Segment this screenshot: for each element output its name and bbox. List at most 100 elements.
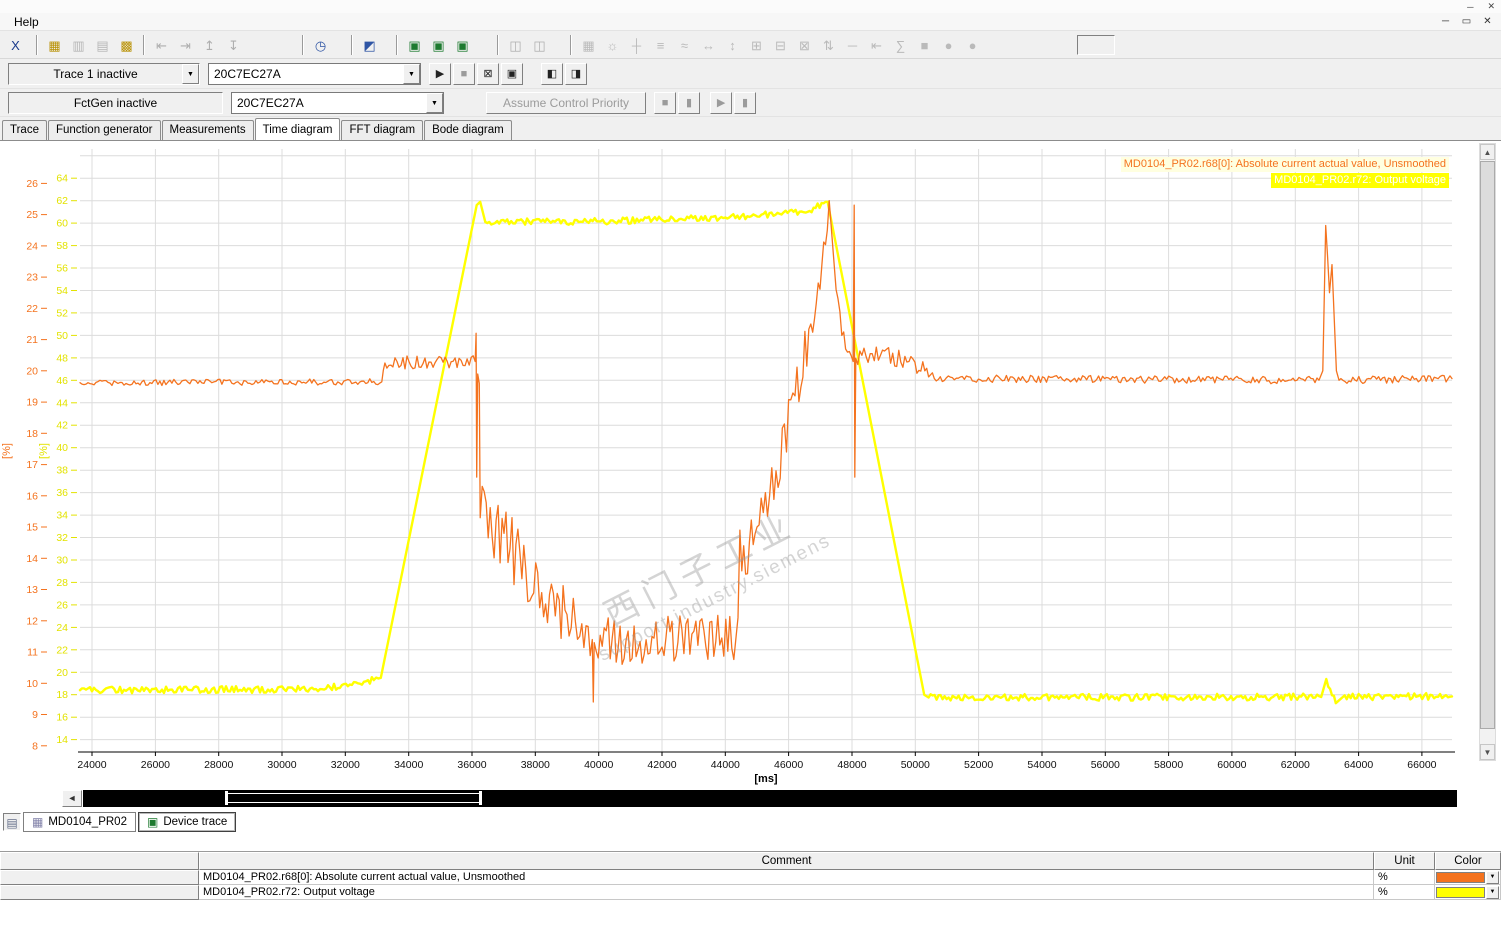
zoom-y-icon[interactable]: ↕: [721, 34, 744, 55]
scroll-left-icon[interactable]: ◄: [62, 789, 82, 807]
color-swatch: [1436, 871, 1485, 883]
integral-icon[interactable]: ∑: [889, 34, 912, 55]
svg-text:50000: 50000: [901, 759, 930, 771]
trace-screen-2-icon[interactable]: ▣: [427, 34, 450, 55]
color-cell[interactable]: ▼: [1435, 870, 1501, 885]
record-shape-2-icon[interactable]: ●: [961, 34, 984, 55]
show-signal-table-icon[interactable]: ▦: [43, 34, 66, 55]
tab-function-generator[interactable]: Function generator: [47, 120, 161, 140]
assume-control-priority-button[interactable]: Assume Control Priority: [486, 91, 647, 114]
tab-time-diagram[interactable]: Time diagram: [254, 118, 341, 140]
trace-device-combo[interactable]: 20C7EC27A ▼: [208, 62, 421, 85]
color-cell[interactable]: ▼: [1435, 885, 1501, 900]
split-window-icon[interactable]: ◫: [528, 34, 551, 55]
fctgen-status-panel[interactable]: FctGen inactive: [8, 91, 223, 114]
measurement-clock-icon[interactable]: ◷: [309, 34, 332, 55]
app-minimize-icon[interactable]: ─: [1467, 2, 1473, 12]
copy-diagram-icon[interactable]: ▥: [67, 34, 90, 55]
fctgen-device-combo[interactable]: 20C7EC27A ▼: [231, 91, 444, 114]
align-curves-icon[interactable]: ≡: [649, 34, 672, 55]
ruler-icon[interactable]: ─: [841, 34, 864, 55]
tab-fft-diagram[interactable]: FFT diagram: [341, 120, 424, 140]
svg-text:25: 25: [26, 209, 38, 221]
svg-text:16: 16: [56, 712, 68, 724]
trace-export-icon[interactable]: X: [4, 34, 27, 55]
pan-left-icon[interactable]: ⇤: [150, 34, 173, 55]
child-restore-icon[interactable]: ▭: [1459, 16, 1474, 27]
vertical-scrollbar-thumb[interactable]: [1480, 161, 1495, 729]
time-diagram-plot[interactable]: 24000 26000 28000 30000 32000 34000 36000 38000…: [0, 141, 1501, 787]
zoom-in-icon[interactable]: ⊞: [745, 34, 768, 55]
trace-buttons: ▶ ■ ⊠ ▣ ◧ ◨: [429, 62, 589, 85]
fctgen-stop-icon[interactable]: ▮: [734, 91, 757, 114]
bottom-tab-device-trace[interactable]: ▣ Device trace: [137, 812, 237, 832]
fctgen-mode-1-icon[interactable]: ■: [654, 91, 677, 114]
menu-help[interactable]: Help: [6, 15, 47, 29]
pan-right-icon[interactable]: ⇥: [174, 34, 197, 55]
time-range-track[interactable]: [83, 789, 1457, 807]
child-minimize-icon[interactable]: ─: [1438, 16, 1453, 27]
diagram-tabs: Trace Function generator Measurements Time …: [0, 117, 1501, 141]
color-dropdown-icon[interactable]: ▼: [1486, 870, 1499, 884]
scroll-down-icon[interactable]: ▼: [1480, 744, 1495, 760]
cursor-home-icon[interactable]: ⇤: [865, 34, 888, 55]
app-close-icon[interactable]: ✕: [1487, 1, 1495, 12]
table-grid-icon: ▦: [32, 815, 44, 829]
trace-screen-3-icon[interactable]: ▣: [451, 34, 474, 55]
bottom-tabs: ▤ ▦ MD0104_PR02 ▣ Device trace: [0, 809, 1501, 835]
svg-text:52: 52: [56, 307, 68, 319]
stop-trace-icon[interactable]: ■: [453, 62, 475, 85]
record-shape-1-icon[interactable]: ●: [937, 34, 960, 55]
fctgen-start-icon[interactable]: ▶: [710, 91, 733, 114]
project-list-icon[interactable]: ▤: [3, 813, 21, 831]
print-diagram-icon[interactable]: ▤: [91, 34, 114, 55]
tab-trace[interactable]: Trace: [2, 120, 47, 140]
smooth-curve-icon[interactable]: ≈: [673, 34, 696, 55]
chart-panel: 24000 26000 28000 30000 32000 34000 36000 38000…: [0, 141, 1501, 787]
svg-text:11: 11: [27, 647, 38, 659]
svg-text:14: 14: [56, 734, 68, 746]
vertical-scrollbar[interactable]: ▲ ▼: [1479, 143, 1496, 761]
svg-text:56000: 56000: [1091, 759, 1120, 771]
autoscale-icon[interactable]: ⇅: [817, 34, 840, 55]
color-swatch: [1436, 886, 1485, 898]
zoom-x-icon[interactable]: ↔: [697, 34, 720, 55]
toolbar-separator: [570, 34, 572, 55]
stop-shape-icon[interactable]: ■: [913, 34, 936, 55]
time-range-selection[interactable]: [225, 790, 482, 805]
color-dropdown-icon[interactable]: ▼: [1486, 885, 1499, 899]
settings-icon[interactable]: ☼: [601, 34, 624, 55]
save-trace-icon[interactable]: ▣: [501, 62, 523, 85]
tab-measurements[interactable]: Measurements: [161, 120, 254, 140]
trace-status-panel[interactable]: Trace 1 inactive ▼: [8, 62, 200, 85]
scroll-up-icon[interactable]: ▲: [1480, 144, 1495, 160]
trace-status-label: Trace 1 inactive: [53, 66, 138, 81]
device-trace-icon: ▣: [146, 815, 159, 829]
grid-toggle-icon[interactable]: ▦: [577, 34, 600, 55]
pane-toggle-2-icon[interactable]: ◨: [565, 62, 587, 85]
dock-up-icon[interactable]: ↥: [198, 34, 221, 55]
control-panel-icon[interactable]: ◩: [358, 34, 381, 55]
table-row: MD0104_PR02.r68[0]: Absolute current act…: [0, 870, 1501, 885]
new-window-icon[interactable]: ◫: [504, 34, 527, 55]
dock-down-icon[interactable]: ↧: [222, 34, 245, 55]
fctgen-device-dropdown-icon[interactable]: ▼: [426, 92, 443, 113]
bottom-tab-md0104-pr02[interactable]: ▦ MD0104_PR02: [23, 812, 136, 832]
table-row: MD0104_PR02.r72: Output voltage% ▼: [0, 885, 1501, 900]
child-close-icon[interactable]: ✕: [1480, 16, 1495, 27]
zoom-fit-icon[interactable]: ⊠: [793, 34, 816, 55]
tab-bode-diagram[interactable]: Bode diagram: [424, 120, 512, 140]
trace-status-dropdown-icon[interactable]: ▼: [182, 63, 199, 84]
signal-grid-icon[interactable]: ▩: [115, 34, 138, 55]
start-trace-icon[interactable]: ▶: [429, 62, 451, 85]
crosshair-cursor-icon[interactable]: ┼: [625, 34, 648, 55]
pane-toggle-1-icon[interactable]: ◧: [541, 62, 563, 85]
trace-device-dropdown-icon[interactable]: ▼: [403, 63, 420, 84]
starter-trace-window: { "window":{"menu_help":"Help"}, "toolba…: [0, 0, 1501, 940]
fctgen-mode-2-icon[interactable]: ▮: [678, 91, 701, 114]
row-header-cell: [0, 870, 199, 885]
discard-trace-icon[interactable]: ⊠: [477, 62, 499, 85]
trace-screen-1-icon[interactable]: ▣: [403, 34, 426, 55]
svg-text:19: 19: [26, 397, 38, 409]
zoom-out-icon[interactable]: ⊟: [769, 34, 792, 55]
